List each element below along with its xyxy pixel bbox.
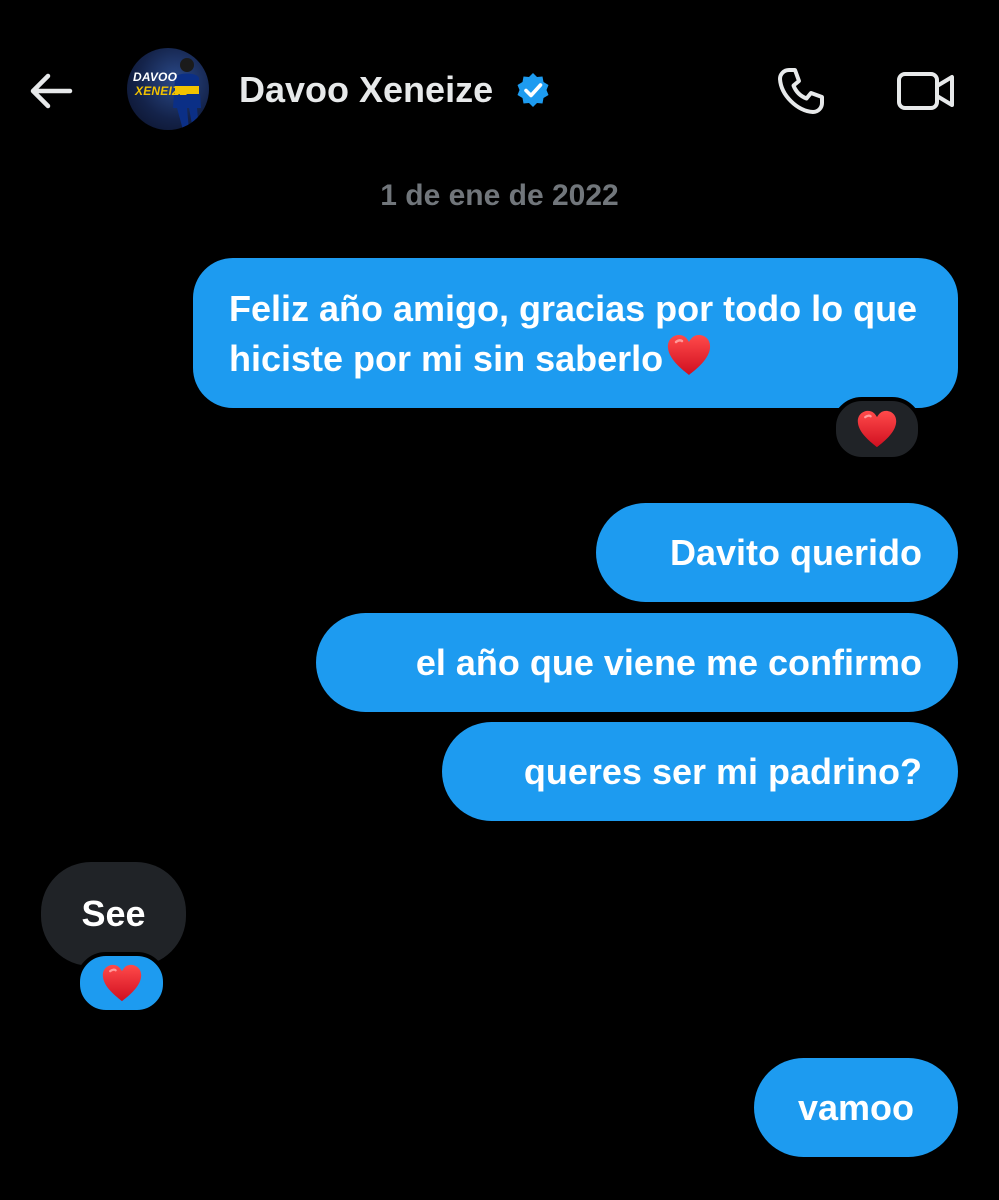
reaction-badge[interactable] — [832, 397, 922, 461]
message-bubble-sent[interactable]: Davito querido — [596, 503, 958, 602]
message-text: el año que viene me confirmo — [415, 642, 922, 683]
message-bubble-sent[interactable]: Feliz año amigo, gracias por todo lo que… — [193, 258, 958, 408]
arrow-left-icon — [30, 73, 73, 109]
message-bubble-sent[interactable]: el año que viene me confirmo — [316, 613, 958, 712]
reaction-badge[interactable] — [76, 952, 167, 1014]
video-call-button[interactable] — [894, 62, 958, 120]
video-camera-icon — [897, 72, 954, 110]
heart-icon — [855, 409, 899, 449]
avatar[interactable]: DAVOO XENEIZE — [127, 48, 209, 130]
message-bubble-sent[interactable]: vamoo — [754, 1058, 958, 1157]
message-bubble-received[interactable]: See — [41, 862, 186, 966]
message-text: queres ser mi padrino? — [523, 751, 922, 792]
contact-name[interactable]: Davoo Xeneize — [239, 68, 493, 112]
call-button[interactable] — [772, 62, 830, 120]
message-bubble-sent[interactable]: queres ser mi padrino? — [442, 722, 958, 821]
message-text: Feliz año amigo, gracias por todo lo que… — [229, 288, 918, 379]
avatar-text-line1: DAVOO — [133, 70, 178, 84]
avatar-text-line2: XENEIZE — [135, 84, 188, 98]
date-separator: 1 de ene de 2022 — [380, 179, 619, 212]
back-button[interactable] — [26, 66, 76, 116]
verified-badge-icon — [517, 73, 549, 107]
message-text: vamoo — [797, 1087, 915, 1128]
heart-icon — [665, 333, 713, 377]
heart-icon — [100, 963, 144, 1003]
message-text: See — [81, 893, 146, 934]
message-text: Davito querido — [669, 532, 922, 573]
phone-icon — [778, 68, 824, 114]
conversation-header: DAVOO XENEIZE Davoo Xeneize — [0, 0, 999, 180]
